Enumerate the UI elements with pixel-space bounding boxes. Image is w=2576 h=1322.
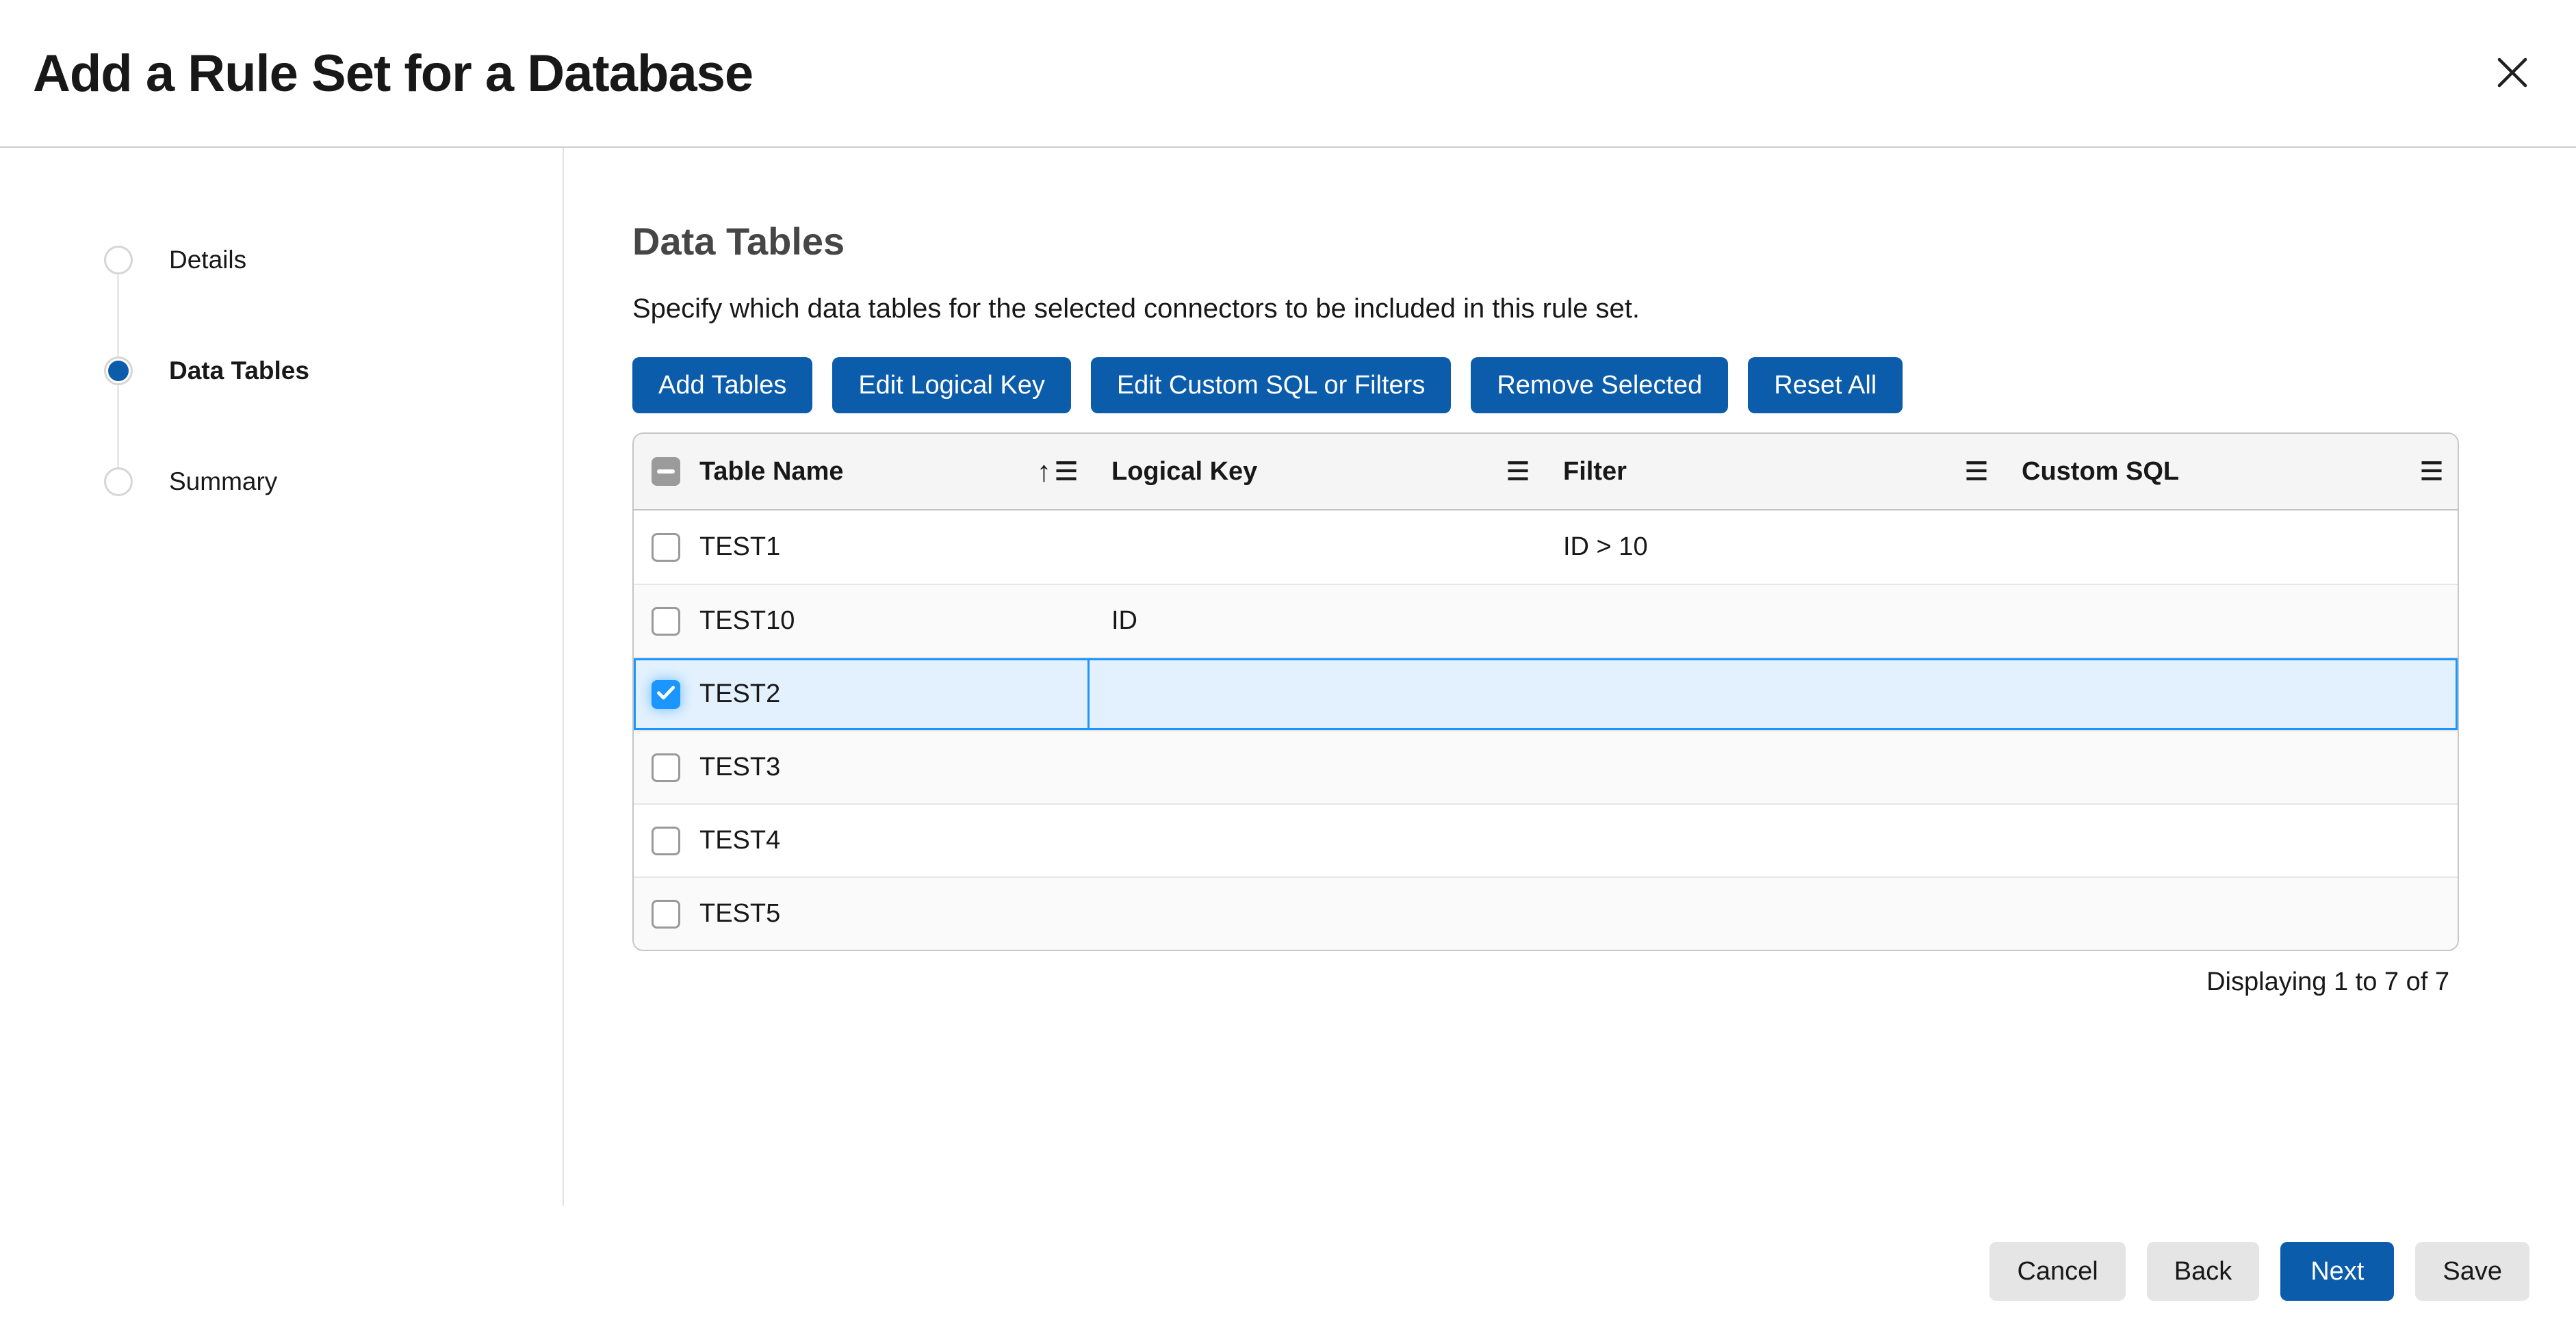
table-row[interactable]: TEST10 ID — [634, 584, 2458, 657]
edit-custom-sql-or-filters-button[interactable]: Edit Custom SQL or Filters — [1091, 357, 1452, 413]
table-name-cell: TEST5 — [699, 899, 780, 929]
column-menu-icon — [1054, 460, 1079, 484]
step-circle-active-icon — [104, 357, 133, 385]
dialog-footer: Cancel Back Next Save — [1989, 1242, 2529, 1301]
pagination-status: Displaying 1 to 7 of 7 — [632, 968, 2459, 997]
table-name-cell: TEST1 — [699, 532, 780, 562]
table-name-cell: TEST2 — [699, 679, 780, 709]
header-cell-logical-key[interactable]: Logical Key — [1090, 434, 1541, 509]
row-checkbox[interactable] — [652, 607, 680, 636]
column-header-label: Custom SQL — [2022, 457, 2179, 487]
check-icon — [654, 681, 678, 708]
add-rule-set-dialog: Add a Rule Set for a Database Details Da… — [0, 0, 2576, 1322]
header-cell-custom-sql[interactable]: Custom SQL — [2000, 434, 2458, 509]
column-menu-icon — [2419, 460, 2444, 484]
logical-key-cell: ID — [1111, 606, 1137, 636]
step-circle-icon — [104, 467, 133, 496]
stepper-divider — [563, 148, 564, 1206]
step-label: Details — [169, 246, 246, 274]
save-button[interactable]: Save — [2415, 1242, 2529, 1301]
step-content: Data Tables Specify which data tables fo… — [632, 148, 2459, 997]
table-row[interactable]: TEST5 — [634, 877, 2458, 950]
table-row[interactable]: TEST3 — [634, 730, 2458, 803]
header-cell-filter[interactable]: Filter — [1541, 434, 2000, 509]
add-tables-button[interactable]: Add Tables — [632, 357, 812, 413]
step-label: Summary — [169, 467, 277, 496]
table-toolbar: Add Tables Edit Logical Key Edit Custom … — [632, 357, 2459, 413]
column-menu-button[interactable] — [1503, 457, 1533, 487]
table-body: TEST1 ID > 10 TEST10 ID — [634, 510, 2458, 950]
select-all-checkbox[interactable] — [652, 457, 680, 486]
column-menu-button[interactable] — [1051, 457, 1081, 487]
close-button[interactable] — [2488, 49, 2536, 97]
column-header-label: Logical Key — [1111, 457, 1257, 487]
reset-all-button[interactable]: Reset All — [1748, 357, 1903, 413]
step-label: Data Tables — [169, 357, 309, 385]
column-menu-icon — [1964, 460, 1989, 484]
column-menu-button[interactable] — [1961, 457, 1992, 487]
header-cell-table-name[interactable]: Table Name ↑ — [634, 434, 1090, 509]
column-header-label: Table Name — [699, 457, 1026, 487]
table-row[interactable]: TEST4 — [634, 803, 2458, 877]
row-checkbox[interactable] — [652, 753, 680, 782]
edit-logical-key-button[interactable]: Edit Logical Key — [832, 357, 1071, 413]
row-checkbox[interactable] — [652, 827, 680, 855]
table-name-cell: TEST3 — [699, 753, 780, 782]
row-checkbox[interactable] — [652, 533, 680, 562]
next-button[interactable]: Next — [2280, 1242, 2394, 1301]
table-name-cell: TEST4 — [699, 826, 780, 855]
filter-cell: ID > 10 — [1563, 532, 1648, 562]
dialog-title: Add a Rule Set for a Database — [33, 44, 753, 103]
table-row-selected[interactable]: TEST2 — [634, 657, 2458, 730]
page-description: Specify which data tables for the select… — [632, 294, 2459, 324]
remove-selected-button[interactable]: Remove Selected — [1471, 357, 1728, 413]
table-row[interactable]: TEST1 ID > 10 — [634, 510, 2458, 584]
column-menu-icon — [1506, 460, 1530, 484]
wizard-stepper: Details Data Tables Summary — [0, 148, 563, 1206]
dialog-body: Details Data Tables Summary Data Tables … — [0, 148, 2576, 1321]
page-title: Data Tables — [632, 219, 2459, 263]
row-checkbox-checked[interactable] — [652, 680, 680, 709]
dialog-header: Add a Rule Set for a Database — [0, 0, 2576, 148]
back-button[interactable]: Back — [2147, 1242, 2259, 1301]
data-tables-grid: Table Name ↑ Logical Key — [632, 432, 2459, 951]
sort-ascending-icon: ↑ — [1037, 455, 1051, 488]
table-name-cell: TEST10 — [699, 606, 795, 636]
column-menu-button[interactable] — [2417, 457, 2447, 487]
cancel-button[interactable]: Cancel — [1989, 1242, 2125, 1301]
step-circle-icon — [104, 246, 133, 274]
row-checkbox[interactable] — [652, 900, 680, 929]
close-icon — [2495, 55, 2530, 92]
column-header-label: Filter — [1563, 457, 1627, 487]
table-header-row: Table Name ↑ Logical Key — [634, 434, 2458, 510]
